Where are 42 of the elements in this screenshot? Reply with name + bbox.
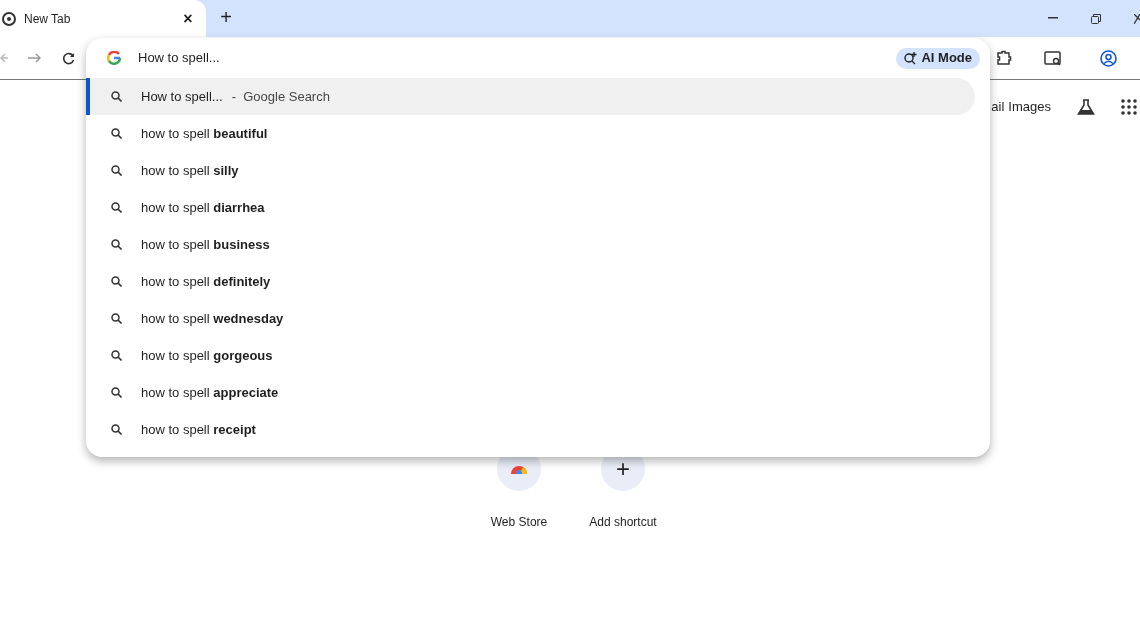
- tab-title: New Tab: [24, 10, 72, 27]
- minimize-icon[interactable]: [1048, 17, 1058, 19]
- ai-mode-button[interactable]: AI Mode: [896, 47, 980, 69]
- images-link[interactable]: Images: [1008, 97, 1051, 117]
- restore-icon[interactable]: [1091, 14, 1101, 24]
- search-icon: [111, 276, 122, 287]
- puzzle-icon[interactable]: [996, 50, 1012, 66]
- address-bar-field[interactable]: How to spell...: [138, 48, 897, 68]
- suggestion-item[interactable]: how to spell diarrhea: [86, 189, 975, 226]
- suggestion-item[interactable]: how to spell appreciate: [86, 374, 975, 411]
- new-tab-button[interactable]: +: [214, 5, 238, 29]
- search-icon: [111, 91, 122, 102]
- suggestion-item[interactable]: how to spell definitely: [86, 263, 975, 300]
- reload-icon[interactable]: [62, 51, 75, 65]
- close-tab-button[interactable]: ×: [178, 6, 198, 31]
- suggestion-item[interactable]: how to spell beautiful: [86, 115, 975, 152]
- apps-grid-icon[interactable]: [1121, 98, 1137, 115]
- suggestion-item[interactable]: how to spell wednesday: [86, 300, 975, 337]
- forward-arrow-icon[interactable]: [28, 52, 41, 64]
- suggestion-item[interactable]: how to spell business: [86, 226, 975, 263]
- suggestion-item[interactable]: how to spell receipt: [86, 411, 975, 448]
- shortcut-label[interactable]: Web Store: [490, 512, 548, 531]
- search-icon: [111, 313, 122, 324]
- tab-search-icon[interactable]: [1044, 50, 1062, 66]
- browser-tab[interactable]: New Tab ×: [0, 0, 206, 37]
- search-icon: [111, 202, 122, 213]
- flask-icon[interactable]: [1077, 98, 1095, 115]
- search-icon: [111, 350, 122, 361]
- gmail-link[interactable]: ail: [991, 97, 1005, 117]
- search-icon: [111, 424, 122, 435]
- google-logo-icon: [107, 51, 121, 65]
- shortcut-label[interactable]: Add shortcut: [589, 512, 657, 531]
- suggestion-item[interactable]: how to spell silly: [86, 152, 975, 189]
- search-icon: [111, 239, 122, 250]
- close-icon[interactable]: [1134, 14, 1140, 24]
- search-icon: [111, 387, 122, 398]
- suggestion-item[interactable]: how to spell gorgeous: [86, 337, 975, 374]
- profile-icon[interactable]: [1100, 49, 1117, 67]
- search-icon: [111, 128, 122, 139]
- search-icon: [111, 165, 122, 176]
- sparkle-search-icon: [904, 51, 918, 65]
- suggestion-item[interactable]: How to spell... - Google Search: [86, 78, 975, 115]
